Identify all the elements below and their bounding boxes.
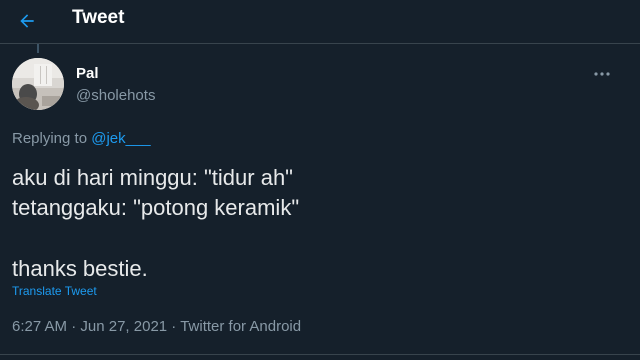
arrow-left-icon <box>20 14 34 28</box>
divider <box>0 354 640 355</box>
more-horizontal-icon <box>594 72 610 76</box>
mention-link[interactable]: @jek___ <box>91 130 150 147</box>
tweet-text-line-3: thanks bestie. <box>12 256 148 281</box>
more-options-button[interactable] <box>588 62 616 86</box>
meta-separator: · <box>67 318 81 335</box>
avatar[interactable] <box>12 58 64 110</box>
page-title: Tweet <box>72 7 125 28</box>
replying-to-label: Replying to <box>12 130 92 147</box>
translate-tweet-link[interactable]: Translate Tweet <box>12 284 97 298</box>
meta-separator: · <box>167 318 181 335</box>
author-name[interactable]: Pal <box>76 65 99 82</box>
tweet-time[interactable]: 6:27 AM <box>12 318 67 335</box>
page-header: Tweet <box>0 0 640 44</box>
tweet-date[interactable]: Jun 27, 2021 <box>80 318 167 335</box>
avatar-photo <box>12 58 64 110</box>
tweet-source[interactable]: Twitter for Android <box>180 318 301 335</box>
replying-to: Replying to @jek___ <box>12 130 151 147</box>
author-handle[interactable]: @sholehots <box>76 87 155 104</box>
tweet-text-line-1: aku di hari minggu: "tidur ah" <box>12 165 293 190</box>
back-button[interactable] <box>10 4 44 38</box>
thread-connector-line <box>37 44 39 53</box>
tweet-metadata: 6:27 AM · Jun 27, 2021 · Twitter for And… <box>12 318 301 335</box>
tweet-text-line-2: tetanggaku: "potong keramik" <box>12 195 300 220</box>
